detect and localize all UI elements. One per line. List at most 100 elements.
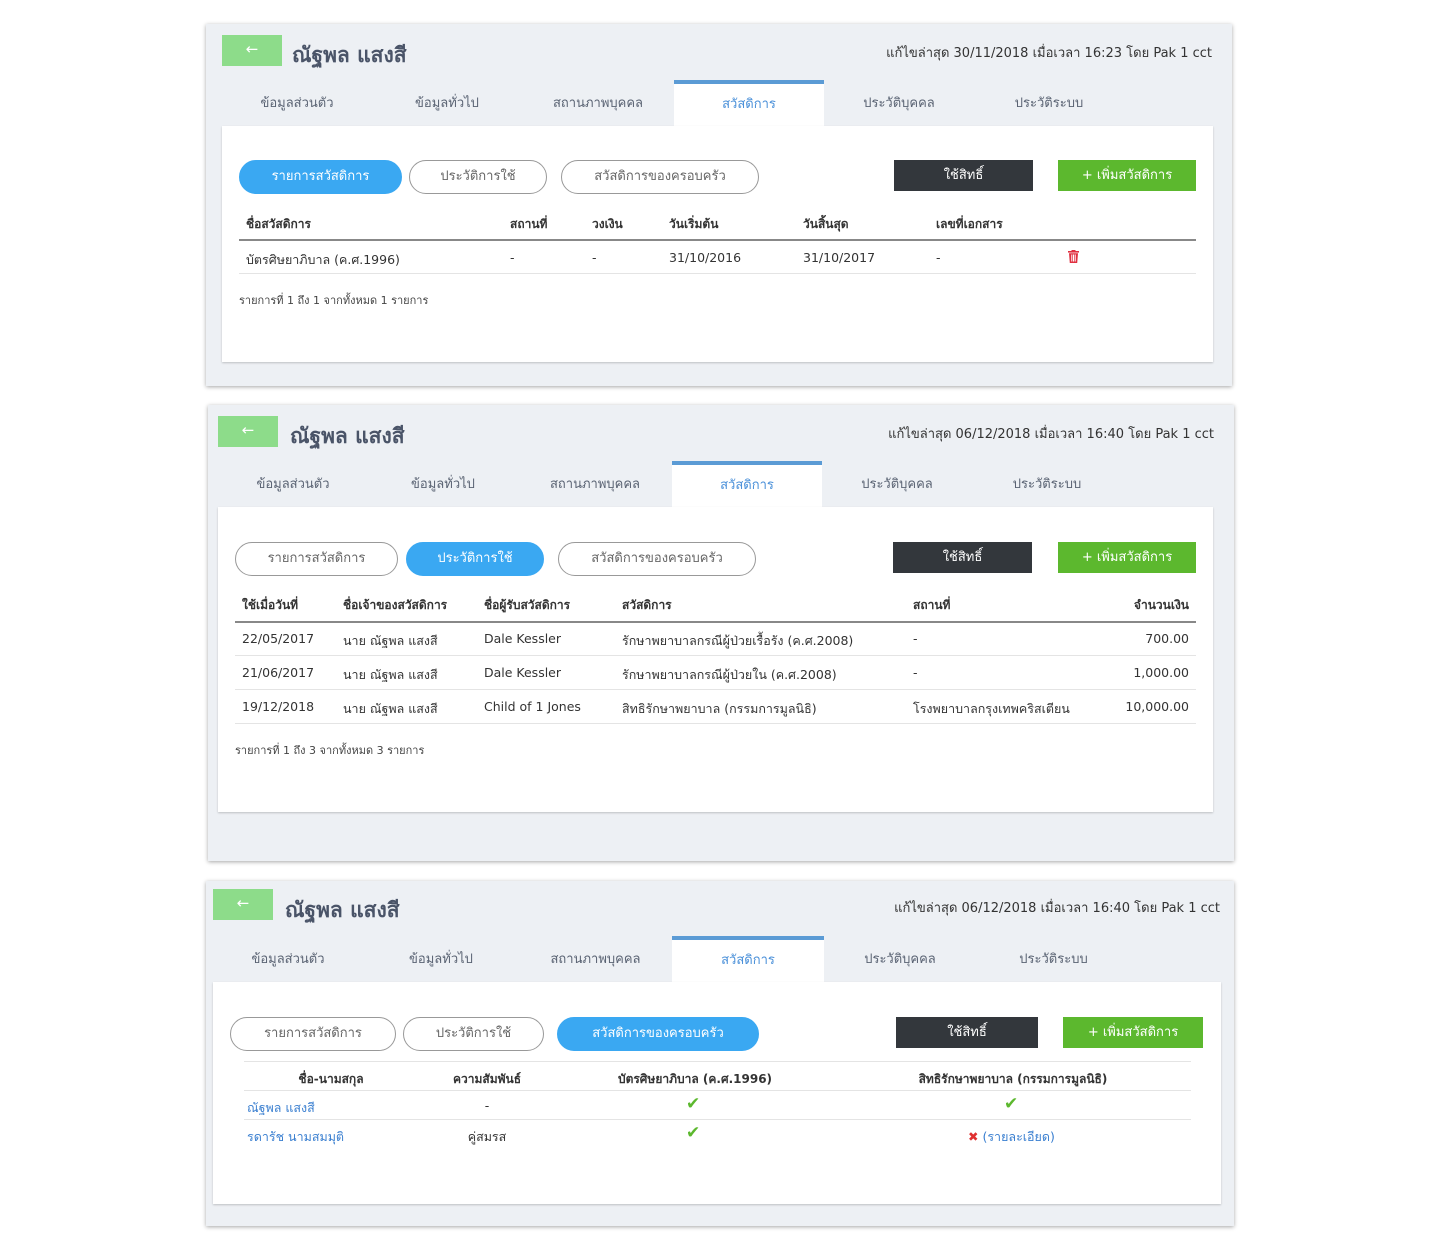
check-icon: ✔ (686, 1123, 701, 1143)
cell-place: โรงพยาบาลกรุงเทพคริสเตียน (913, 701, 1070, 716)
cell-welfare-name: บัตรศิษยาภิบาล (ค.ศ.1996) (246, 252, 400, 267)
tab-status[interactable]: สถานภาพบุคคล (519, 936, 672, 982)
cell-place: - (510, 250, 515, 265)
col-welfare-name: ชื่อสวัสดิการ (246, 217, 311, 231)
cell-receiver-name: Dale Kessler (484, 665, 562, 680)
page-title: ณัฐพล แสงสี (285, 898, 400, 922)
tab-personal[interactable]: ข้อมูลส่วนตัว (218, 461, 368, 507)
back-button[interactable]: ← (213, 889, 273, 920)
back-button[interactable]: ← (222, 35, 282, 66)
add-welfare-button[interactable]: + เพิ่มสวัสดิการ (1058, 160, 1196, 191)
use-right-button[interactable]: ใช้สิทธิ์ (894, 160, 1033, 191)
subtab-family-welfare[interactable]: สวัสดิการของครอบครัว (557, 1017, 759, 1051)
tab-general[interactable]: ข้อมูลทั่วไป (372, 80, 522, 126)
cell-used-date: 19/12/2018 (242, 699, 315, 714)
cell-owner-name: นาย ณัฐพล แสงสี (343, 667, 438, 682)
table-header-divider (239, 239, 1196, 241)
subtab-usage-history[interactable]: ประวัติการใช้ (409, 160, 547, 194)
col-amount: จำนวนเงิน (1133, 598, 1189, 612)
cell-start-date: 31/10/2016 (669, 250, 742, 265)
row-divider (235, 689, 1196, 690)
col-start-date: วันเริ่มต้น (669, 217, 719, 231)
cell-medical-right: ✖ (รายละเอียด) (968, 1127, 1055, 1147)
welfare-card: รายการสวัสดิการ ประวัติการใช้ สวัสดิการข… (222, 126, 1213, 362)
subtab-welfare-list[interactable]: รายการสวัสดิการ (239, 160, 402, 194)
trash-icon[interactable] (1068, 250, 1079, 263)
subtab-welfare-list[interactable]: รายการสวัสดิการ (230, 1017, 396, 1051)
back-button[interactable]: ← (218, 416, 278, 447)
col-welfare: สวัสดิการ (622, 598, 672, 612)
cross-icon: ✖ (968, 1129, 979, 1144)
tab-system-history[interactable]: ประวัติระบบ (974, 80, 1124, 126)
table-footer-info: รายการที่ 1 ถึง 3 จากทั้งหมด 3 รายการ (235, 744, 425, 757)
tab-welfare[interactable]: สวัสดิการ (672, 461, 822, 507)
col-receiver-name: ชื่อผู้รับสวัสดิการ (484, 598, 571, 612)
cell-end-date: 31/10/2017 (803, 250, 876, 265)
tab-system-history[interactable]: ประวัติระบบ (976, 936, 1131, 982)
cell-amount: 700.00 (1145, 631, 1189, 646)
tab-person-history[interactable]: ประวัติบุคคล (822, 461, 972, 507)
tab-welfare[interactable]: สวัสดิการ (674, 80, 824, 126)
subtab-usage-history[interactable]: ประวัติการใช้ (406, 542, 544, 576)
cell-doc-number: - (936, 250, 941, 265)
tab-bar: ข้อมูลส่วนตัว ข้อมูลทั่วไป สถานภาพบุคคล … (218, 461, 1213, 507)
cell-receiver-name: Dale Kessler (484, 631, 562, 646)
tab-bar: ข้อมูลส่วนตัว ข้อมูลทั่วไป สถานภาพบุคคล … (213, 936, 1221, 982)
cell-used-date: 21/06/2017 (242, 665, 315, 680)
tab-status[interactable]: สถานภาพบุคคล (522, 80, 674, 126)
tab-personal[interactable]: ข้อมูลส่วนตัว (222, 80, 372, 126)
panel-welfare-list: ← ณัฐพล แสงสี แก้ไขล่าสุด 30/11/2018 เมื… (206, 24, 1232, 386)
tab-person-history[interactable]: ประวัติบุคคล (824, 936, 976, 982)
cell-amount: 10,000.00 (1125, 699, 1189, 714)
last-edited-info: แก้ไขล่าสุด 06/12/2018 เมื่อเวลา 16:40 โ… (888, 427, 1214, 442)
check-icon: ✔ (686, 1094, 701, 1114)
col-card-1996: บัตรศิษยาภิบาล (ค.ศ.1996) (617, 1072, 773, 1086)
tab-welfare[interactable]: สวัสดิการ (672, 936, 824, 982)
cell-owner-name: นาย ณัฐพล แสงสี (343, 701, 438, 716)
cell-place: - (913, 631, 918, 646)
panel-family-welfare: ← ณัฐพล แสงสี แก้ไขล่าสุด 06/12/2018 เมื… (206, 881, 1234, 1226)
detail-link[interactable]: (รายละเอียด) (982, 1129, 1054, 1144)
arrow-left-icon: ← (245, 40, 259, 58)
arrow-left-icon: ← (241, 421, 255, 439)
tab-person-history[interactable]: ประวัติบุคคล (824, 80, 974, 126)
tab-general[interactable]: ข้อมูลทั่วไป (363, 936, 519, 982)
col-doc-number: เลขที่เอกสาร (936, 217, 1003, 231)
cell-amount: 1,000.00 (1133, 665, 1189, 680)
table-top-divider (244, 1061, 1191, 1062)
family-member-link[interactable]: ณัฐพล แสงสี (247, 1098, 315, 1118)
subtab-welfare-list[interactable]: รายการสวัสดิการ (235, 542, 398, 576)
row-divider (235, 655, 1196, 656)
tab-bar: ข้อมูลส่วนตัว ข้อมูลทั่วไป สถานภาพบุคคล … (222, 80, 1214, 126)
cell-limit: - (592, 250, 597, 265)
cell-welfare: สิทธิรักษาพยาบาล (กรรมการมูลนิธิ) (622, 701, 817, 716)
row-divider (244, 1119, 1191, 1120)
family-member-link[interactable]: รดารัช นามสมมุติ (247, 1127, 344, 1147)
add-welfare-button[interactable]: + เพิ่มสวัสดิการ (1063, 1017, 1203, 1048)
table-footer-info: รายการที่ 1 ถึง 1 จากทั้งหมด 1 รายการ (239, 294, 429, 307)
cell-welfare: รักษาพยาบาลกรณีผู้ป่วยเรื้อรัง (ค.ศ.2008… (622, 633, 854, 648)
cell-used-date: 22/05/2017 (242, 631, 315, 646)
welfare-card: รายการสวัสดิการ ประวัติการใช้ สวัสดิการข… (213, 982, 1221, 1204)
tab-general[interactable]: ข้อมูลทั่วไป (368, 461, 518, 507)
col-place: สถานที่ (913, 598, 951, 612)
col-used-date: ใช้เมื่อวันที่ (242, 598, 299, 612)
cell-welfare: รักษาพยาบาลกรณีผู้ป่วยใน (ค.ศ.2008) (622, 667, 837, 682)
use-right-button[interactable]: ใช้สิทธิ์ (896, 1017, 1038, 1048)
col-relationship: ความสัมพันธ์ (452, 1072, 522, 1086)
tab-system-history[interactable]: ประวัติระบบ (972, 461, 1122, 507)
use-right-button[interactable]: ใช้สิทธิ์ (893, 542, 1032, 573)
subtab-usage-history[interactable]: ประวัติการใช้ (403, 1017, 544, 1051)
row-divider (235, 723, 1196, 724)
last-edited-info: แก้ไขล่าสุด 06/12/2018 เมื่อเวลา 16:40 โ… (894, 901, 1220, 916)
check-icon: ✔ (1004, 1094, 1019, 1114)
table-header-divider (235, 621, 1196, 623)
tab-personal[interactable]: ข้อมูลส่วนตัว (213, 936, 363, 982)
welfare-card: รายการสวัสดิการ ประวัติการใช้ สวัสดิการข… (218, 507, 1213, 812)
cell-relationship: - (484, 1098, 490, 1113)
add-welfare-button[interactable]: + เพิ่มสวัสดิการ (1058, 542, 1196, 573)
tab-status[interactable]: สถานภาพบุคคล (518, 461, 672, 507)
subtab-family-welfare[interactable]: สวัสดิการของครอบครัว (558, 542, 756, 576)
subtab-family-welfare[interactable]: สวัสดิการของครอบครัว (561, 160, 759, 194)
last-edited-info: แก้ไขล่าสุด 30/11/2018 เมื่อเวลา 16:23 โ… (886, 46, 1212, 61)
